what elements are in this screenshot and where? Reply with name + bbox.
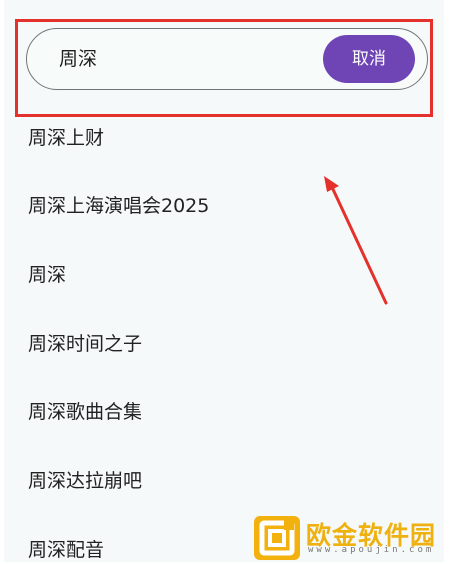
watermark-url: www.apoujin.com [308,545,435,555]
red-arrow-icon [324,176,388,305]
square-logo-icon [254,516,300,560]
watermark: 欧金软件园 www.apoujin.com [254,514,454,562]
